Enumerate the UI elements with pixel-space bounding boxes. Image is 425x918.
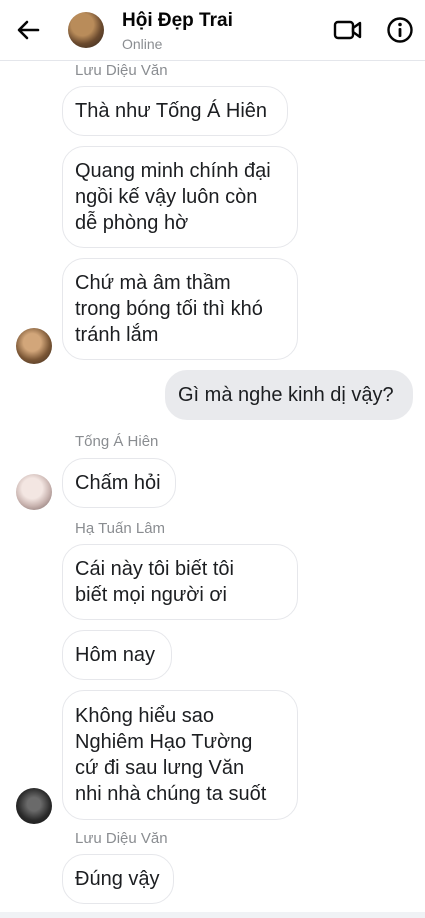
sender-name: Hạ Tuấn Lâm	[75, 520, 166, 537]
sender-name: Tống Á Hiên	[75, 433, 159, 450]
avatar[interactable]	[16, 474, 52, 510]
video-camera-icon[interactable]	[333, 17, 363, 43]
message-bubble[interactable]: Không hiểu sao Nghiêm Hạo Tường cứ đi sa…	[62, 690, 298, 820]
chat-header: Hội Đẹp Trai Online	[0, 0, 425, 61]
chat-title[interactable]: Hội Đẹp Trai	[122, 10, 233, 32]
message-bubble[interactable]: Cái này tôi biết tôi biết mọi người ơi	[62, 544, 298, 620]
avatar[interactable]	[16, 788, 52, 824]
avatar[interactable]	[16, 328, 52, 364]
arrow-left-icon[interactable]	[14, 16, 42, 44]
message-bubble[interactable]: Chứ mà âm thầm trong bóng tối thì khó tr…	[62, 258, 298, 360]
group-avatar[interactable]	[68, 12, 104, 48]
sender-name: Lưu Diệu Văn	[75, 830, 168, 847]
message-bubble[interactable]: Hôm nay	[62, 630, 172, 680]
message-bubble[interactable]: Thà như Tống Á Hiên	[62, 86, 288, 136]
message-bubble[interactable]: Chấm hỏi	[62, 458, 176, 508]
message-bubble[interactable]: Quang minh chính đại ngồi kế vậy luôn cò…	[62, 146, 298, 248]
message-bubble[interactable]: Đúng vậy	[62, 854, 174, 904]
online-status: Online	[122, 36, 163, 52]
info-icon[interactable]	[386, 16, 414, 44]
sender-name: Lưu Diệu Văn	[75, 62, 168, 79]
divider	[0, 912, 425, 918]
outgoing-message-bubble[interactable]: Gì mà nghe kinh dị vậy?	[165, 370, 413, 420]
